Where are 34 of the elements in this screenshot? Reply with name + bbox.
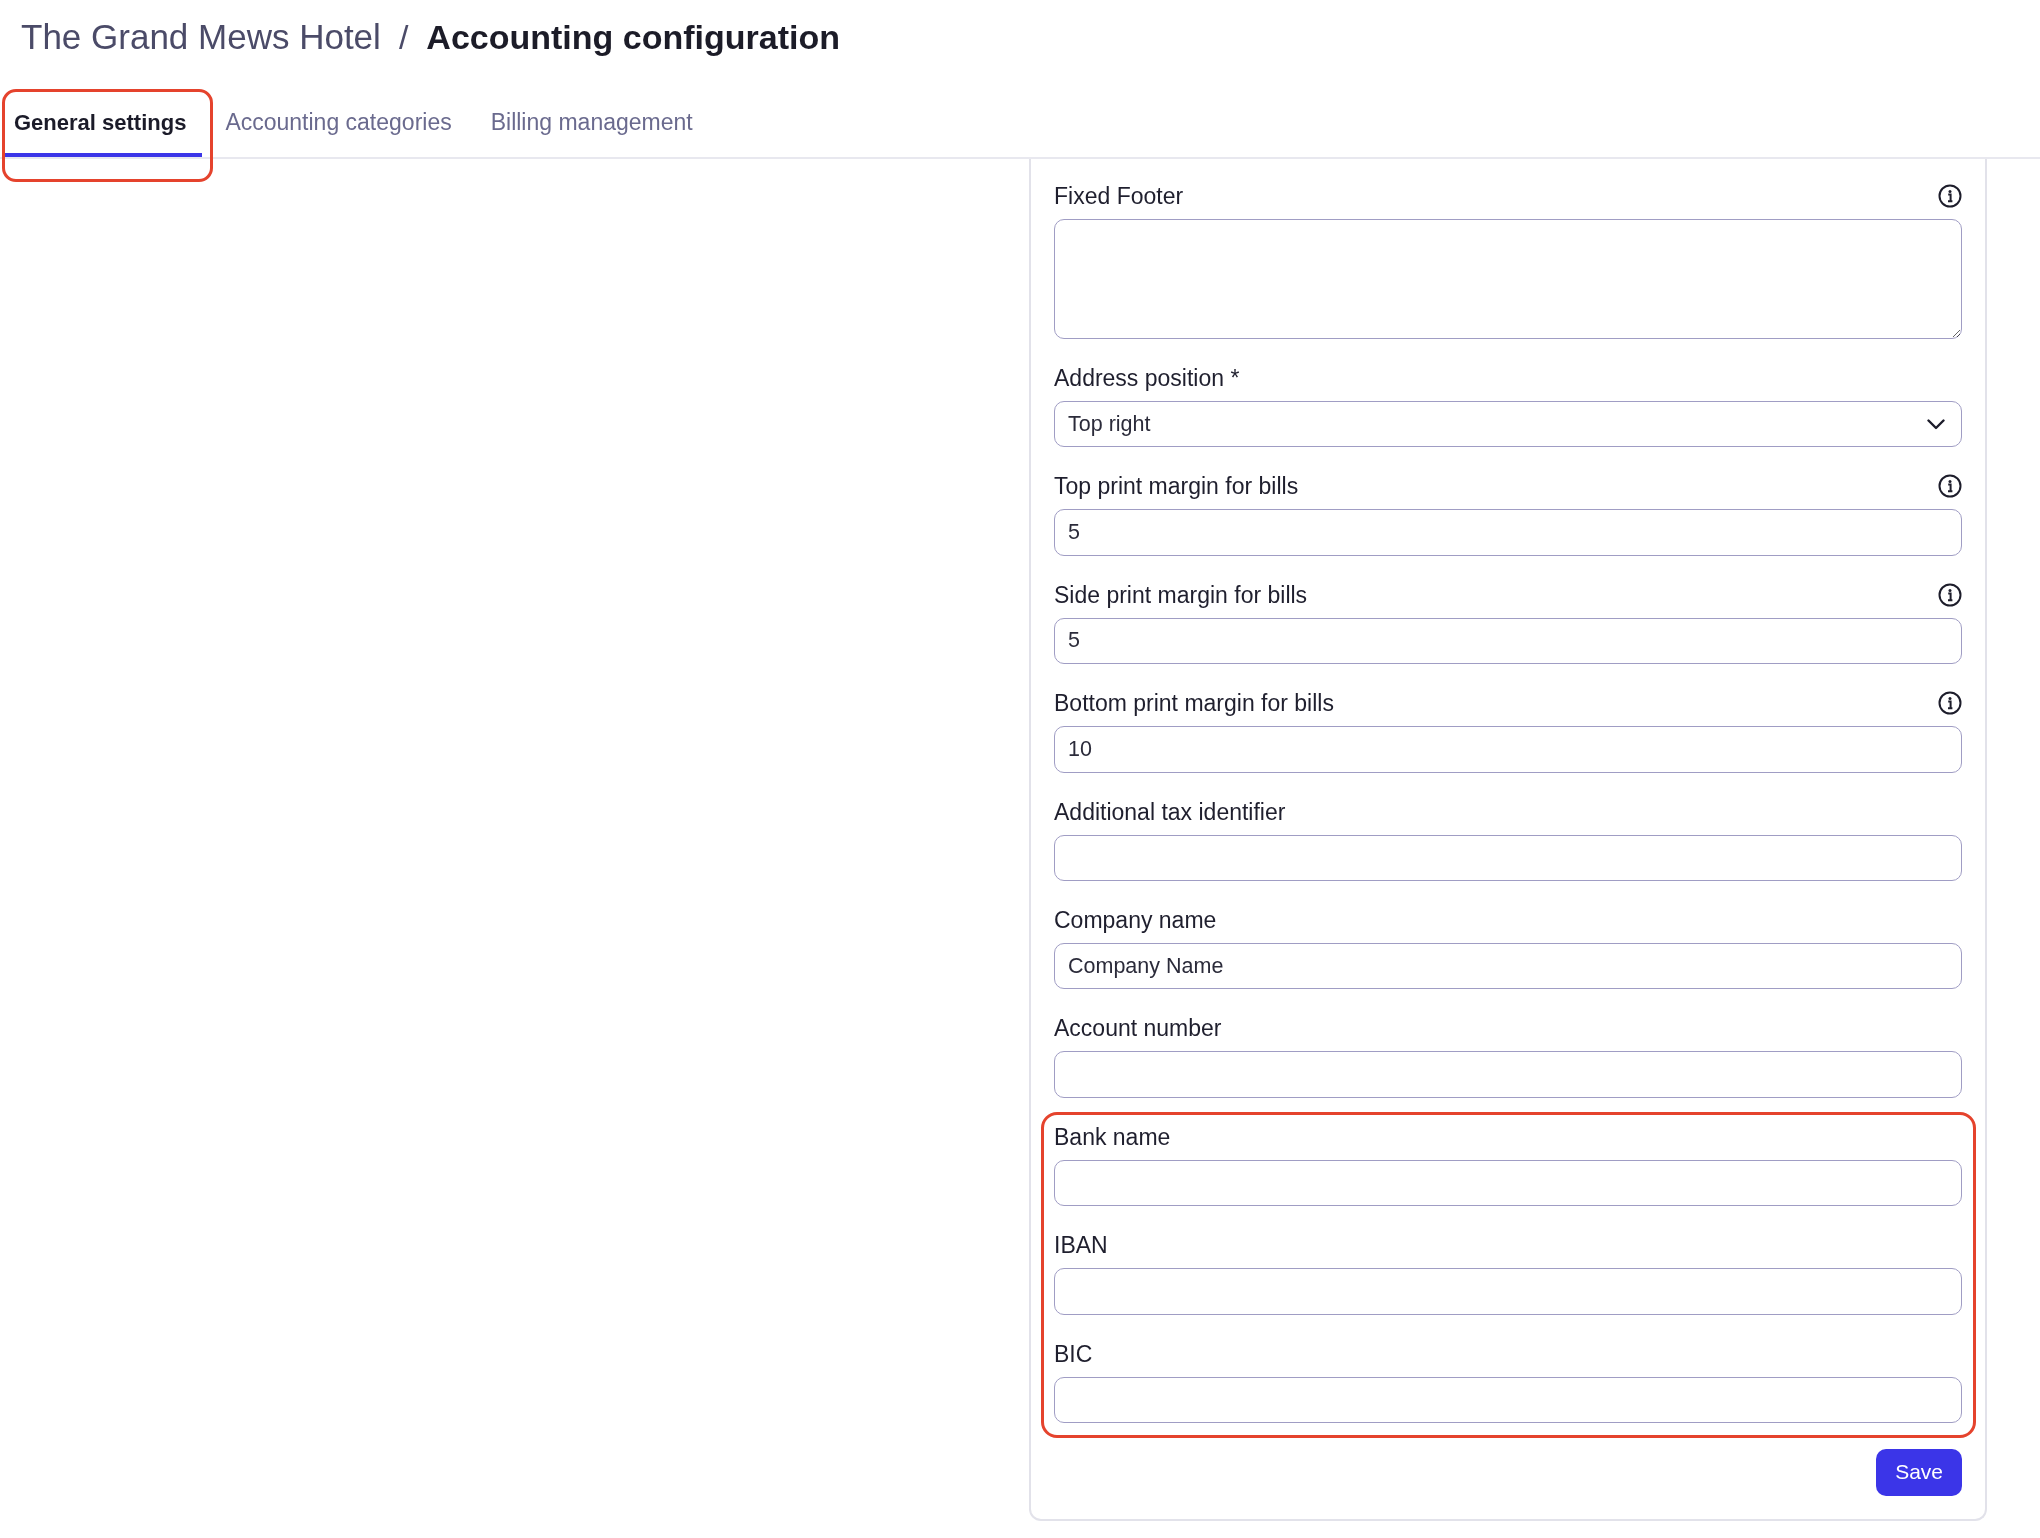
- field-label: Top print margin for bills: [1054, 473, 1299, 500]
- field-label: Bottom print margin for bills: [1054, 690, 1334, 717]
- text-input-field[interactable]: 5: [1054, 509, 1962, 556]
- field-label: Fixed Footer: [1054, 183, 1184, 209]
- field-label: Company name: [1054, 906, 1217, 933]
- tab[interactable]: General settings: [5, 92, 203, 157]
- field-label: Address position *: [1054, 365, 1240, 391]
- text-area-field[interactable]: [1054, 219, 1962, 339]
- info-icon[interactable]: [1938, 184, 1962, 208]
- text-input-field[interactable]: Company Name: [1054, 942, 1962, 990]
- field-label: IBAN: [1054, 1232, 1108, 1259]
- field-label: BIC: [1054, 1340, 1093, 1367]
- tab[interactable]: Billing management: [481, 92, 709, 157]
- text-input-field[interactable]: [1054, 1268, 1962, 1315]
- breadcrumb-link[interactable]: The Grand Mews Hotel: [21, 15, 381, 59]
- text-input-field[interactable]: 5: [1054, 617, 1962, 665]
- field-label: Side print margin for bills: [1054, 581, 1308, 608]
- text-input-field[interactable]: [1054, 1051, 1962, 1098]
- breadcrumb-separator: /: [398, 17, 409, 58]
- text-input-field[interactable]: [1054, 834, 1962, 881]
- chevron-down-icon: [1927, 418, 1945, 430]
- text-input-field[interactable]: [1054, 1376, 1962, 1423]
- field-label: Account number: [1054, 1015, 1222, 1042]
- field-label: Additional tax identifier: [1054, 798, 1286, 825]
- info-icon[interactable]: [1938, 691, 1962, 716]
- text-input-field[interactable]: 10: [1054, 726, 1962, 773]
- info-icon[interactable]: [1938, 474, 1962, 499]
- tab[interactable]: Accounting categories: [216, 92, 468, 157]
- save-button[interactable]: Save: [1876, 1448, 1962, 1496]
- info-icon[interactable]: [1938, 582, 1962, 607]
- page-title: Accounting configuration: [426, 17, 840, 58]
- field-label: Bank name: [1054, 1123, 1171, 1150]
- text-input-field[interactable]: [1054, 1159, 1962, 1207]
- select-field[interactable]: Top right: [1054, 401, 1962, 448]
